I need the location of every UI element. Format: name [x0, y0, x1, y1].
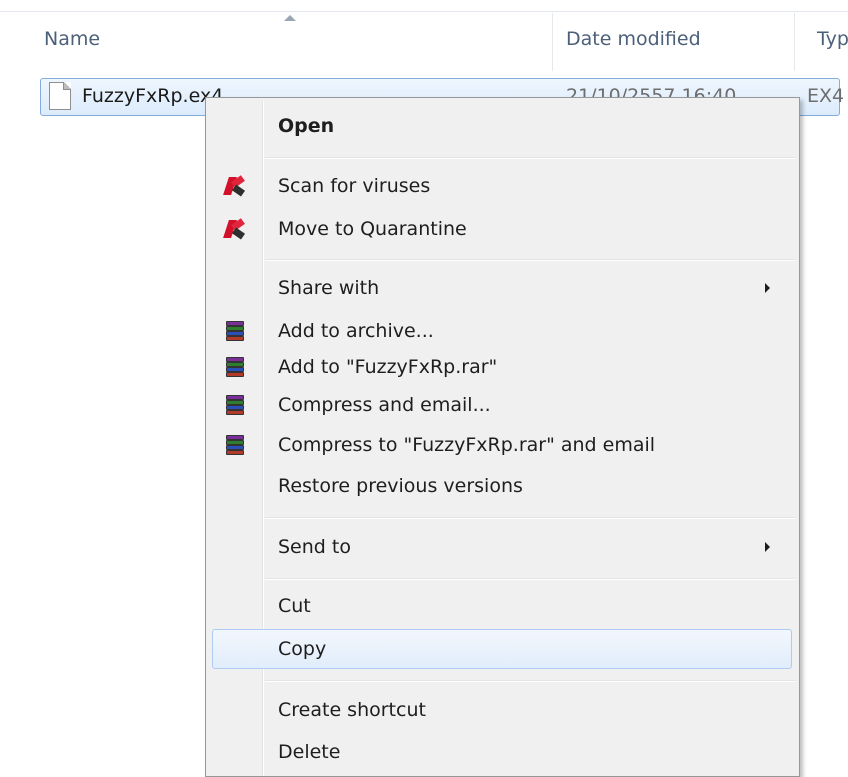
- menu-item-label: Open: [278, 115, 335, 137]
- file-name[interactable]: FuzzyFxRp.ex4: [82, 85, 223, 107]
- menu-separator: [265, 578, 795, 580]
- kaspersky-icon: [223, 218, 246, 240]
- menu-item-label: Copy: [278, 638, 327, 660]
- menu-item-copy[interactable]: Copy: [212, 629, 792, 669]
- winrar-books-icon: [224, 434, 246, 456]
- menu-item-add-to-rar[interactable]: Add to "FuzzyFxRp.rar": [208, 347, 797, 387]
- menu-separator: [265, 259, 795, 261]
- menu-item-add-to-archive[interactable]: Add to archive...: [208, 311, 797, 351]
- menu-separator: [265, 157, 795, 159]
- menu-item-cut[interactable]: Cut: [208, 586, 797, 626]
- menu-separator: [265, 517, 795, 519]
- menu-item-label: Add to archive...: [278, 320, 434, 342]
- submenu-arrow-icon: [765, 283, 770, 293]
- menu-item-label: Cut: [278, 595, 311, 617]
- menu-item-label: Compress to "FuzzyFxRp.rar" and email: [278, 434, 656, 456]
- menu-item-label: Share with: [278, 277, 380, 299]
- winrar-books-icon: [224, 320, 246, 342]
- toolbar-strip: [0, 0, 848, 12]
- menu-item-label: Compress and email...: [278, 394, 491, 416]
- menu-item-label: Send to: [278, 536, 351, 558]
- menu-item-label: Delete: [278, 741, 341, 763]
- menu-item-delete[interactable]: Delete: [208, 732, 797, 772]
- menu-separator: [265, 680, 795, 682]
- menu-item-label: Scan for viruses: [278, 175, 431, 197]
- winrar-books-icon: [224, 356, 246, 378]
- column-divider[interactable]: [552, 13, 553, 71]
- file-icon: [49, 82, 71, 110]
- menu-item-create-shortcut[interactable]: Create shortcut: [208, 690, 797, 730]
- winrar-books-icon: [224, 394, 246, 416]
- menu-item-open[interactable]: Open: [208, 106, 797, 146]
- column-header-name[interactable]: Name: [44, 28, 100, 50]
- menu-item-compress-rar-and-email[interactable]: Compress to "FuzzyFxRp.rar" and email: [208, 425, 797, 465]
- column-header-date-modified[interactable]: Date modified: [566, 28, 701, 50]
- menu-item-share-with[interactable]: Share with: [208, 268, 797, 308]
- menu-item-label: Move to Quarantine: [278, 218, 467, 240]
- menu-item-label: Restore previous versions: [278, 475, 523, 497]
- menu-item-compress-and-email[interactable]: Compress and email...: [208, 385, 797, 425]
- context-menu: Open Scan for viruses Move to Quarantine…: [205, 97, 800, 777]
- menu-item-label: Add to "FuzzyFxRp.rar": [278, 356, 498, 378]
- menu-item-scan-for-viruses[interactable]: Scan for viruses: [208, 166, 797, 206]
- menu-item-move-to-quarantine[interactable]: Move to Quarantine: [208, 209, 797, 249]
- sort-ascending-icon: [284, 15, 296, 21]
- file-type: EX4: [807, 85, 845, 107]
- column-divider[interactable]: [794, 13, 795, 71]
- column-header-type[interactable]: Typ: [817, 28, 848, 50]
- menu-item-label: Create shortcut: [278, 699, 426, 721]
- menu-item-send-to[interactable]: Send to: [208, 527, 797, 567]
- submenu-arrow-icon: [765, 542, 770, 552]
- kaspersky-icon: [223, 175, 246, 197]
- menu-item-restore-previous-versions[interactable]: Restore previous versions: [208, 466, 797, 506]
